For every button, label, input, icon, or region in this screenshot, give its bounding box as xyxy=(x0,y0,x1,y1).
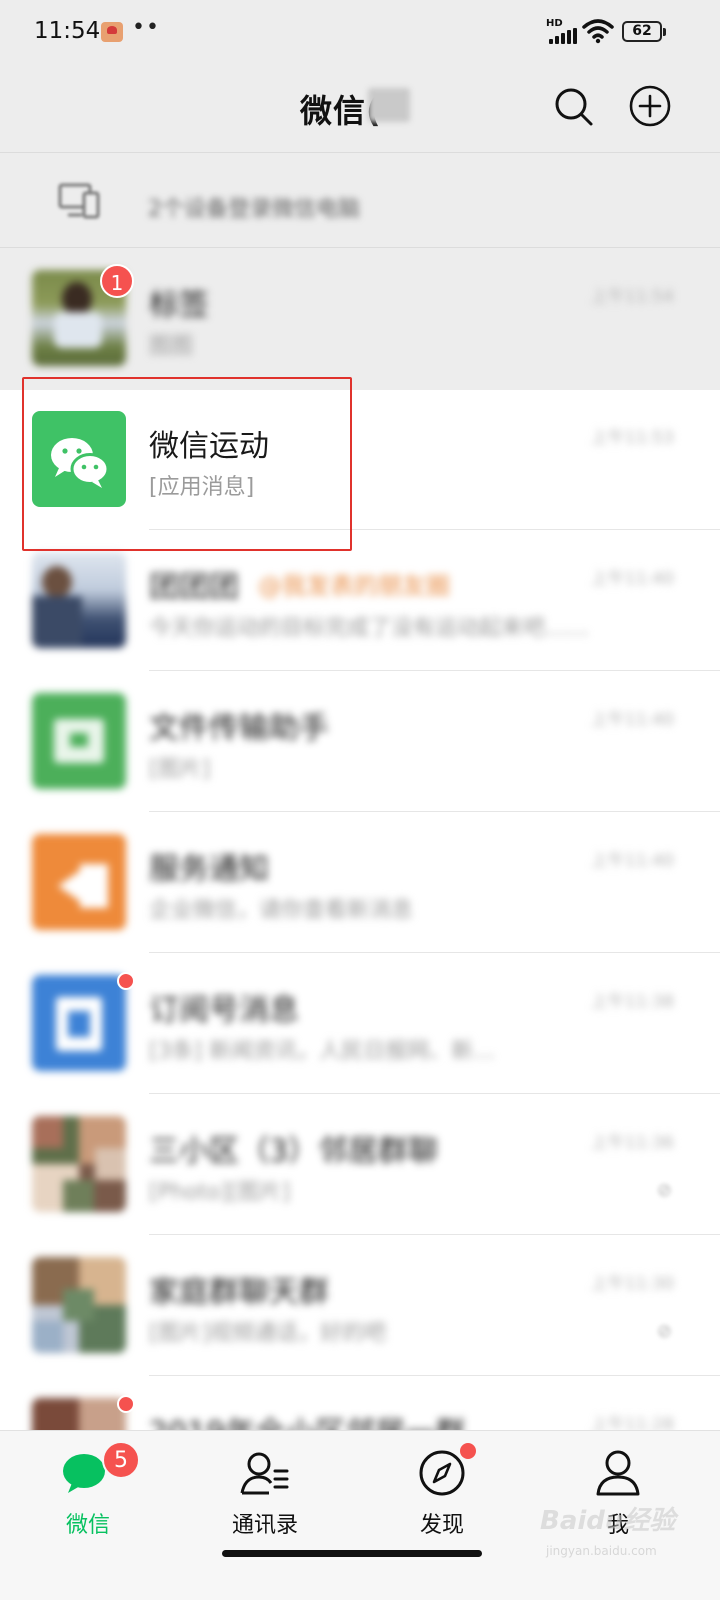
chat-row[interactable]: 三小区（3）邻居群聊 [Photo][图片] 上午11:36 ⊘ xyxy=(0,1094,720,1235)
chat-preview: [图片]视频通话，好的吧 xyxy=(149,1321,387,1346)
chat-name: 文件传输助手 xyxy=(149,711,329,746)
chat-name: 标签 xyxy=(149,288,209,323)
tab-label: 微信 xyxy=(65,1513,110,1538)
chat-name: 家庭群聊天群 xyxy=(149,1275,329,1310)
status-time: 11:54 xyxy=(34,18,101,44)
notification-app-icon xyxy=(101,22,123,42)
group-avatar xyxy=(32,1257,126,1353)
status-bar: 11:54 •• HD 62 xyxy=(0,0,720,66)
computer-icon xyxy=(58,183,100,219)
avatar xyxy=(32,693,126,789)
group-avatar xyxy=(32,1116,126,1212)
avatar xyxy=(32,411,126,507)
search-icon[interactable] xyxy=(551,84,595,128)
chat-row[interactable]: 家庭群聊天群 [图片]视频通话，好的吧 上午11:30 ⊘ xyxy=(0,1235,720,1376)
chat-preview: 今天你运动的目标完成了没有运动起来吧…… xyxy=(149,616,590,641)
signal-icon xyxy=(549,28,577,44)
tab-label: 通讯录 xyxy=(231,1513,298,1538)
compass-icon xyxy=(419,1450,465,1496)
chat-time: 上午11:53 xyxy=(591,428,674,448)
person-icon xyxy=(596,1450,640,1496)
more-notifications-indicator: •• xyxy=(132,15,160,40)
tab-contacts[interactable]: 通讯录 xyxy=(195,1441,335,1551)
unread-badge: 1 xyxy=(100,264,134,298)
avatar xyxy=(32,834,126,930)
chat-name: 服务通知 xyxy=(149,852,269,887)
contacts-icon xyxy=(240,1452,289,1495)
chat-preview: [3条] 新闻资讯，人民日报网、新… xyxy=(149,1039,496,1064)
chat-row[interactable]: 服务通知 企业微信，请你查看新消息 上午11:40 xyxy=(0,812,720,953)
chat-time: 上午11:38 xyxy=(591,992,674,1012)
chat-name: 订阅号消息 xyxy=(149,993,299,1028)
chat-time: 上午11:30 xyxy=(591,1274,674,1294)
watermark-brand: Baidu经验 xyxy=(540,1506,676,1536)
tab-discover[interactable]: 发现 xyxy=(372,1441,512,1551)
battery-indicator: 62 xyxy=(622,21,666,42)
chat-preview: 企业微信，请你查看新消息 xyxy=(149,898,414,923)
device-login-bar[interactable]: 2个设备登录微信电脑 xyxy=(0,152,720,248)
chat-row[interactable]: 团团团 @我发表的朋友圈 今天你运动的目标完成了没有运动起来吧…… 上午11:4… xyxy=(0,530,720,671)
wifi-icon xyxy=(582,19,614,44)
device-login-text: 2个设备登录微信电脑 xyxy=(148,197,360,222)
unread-count-badge: 5 xyxy=(102,1441,140,1479)
chat-name: 团团团 xyxy=(149,570,239,605)
tab-chats[interactable]: 5 微信 xyxy=(18,1441,158,1551)
chat-row[interactable]: 1 标签 图图 上午11:54 xyxy=(0,248,720,389)
new-content-dot xyxy=(460,1443,476,1459)
avatar xyxy=(32,552,126,648)
home-indicator[interactable] xyxy=(222,1550,482,1557)
plus-circle-icon[interactable] xyxy=(628,84,672,128)
title-count-blurred xyxy=(368,88,410,122)
chat-preview: [应用消息] xyxy=(149,475,255,500)
mute-indicator: ⊘ xyxy=(656,1180,672,1201)
unread-dot xyxy=(117,972,135,990)
chat-time: 上午11:40 xyxy=(591,710,674,730)
avatar xyxy=(32,975,126,1071)
chat-name: 微信运动 xyxy=(149,429,269,464)
chat-name: 三小区（3）邻居群聊 xyxy=(149,1134,439,1169)
chat-preview: [图片] xyxy=(149,757,211,782)
watermark: Baidu经验 jingyan.baidu.com xyxy=(540,1500,700,1570)
chat-tag: @我发表的朋友圈 xyxy=(258,572,450,600)
watermark-url: jingyan.baidu.com xyxy=(546,1544,657,1558)
chat-preview: 图图 xyxy=(149,334,194,359)
mute-indicator: ⊘ xyxy=(656,1321,672,1342)
chat-time: 上午11:54 xyxy=(591,287,674,307)
chat-preview: [Photo][图片] xyxy=(149,1180,291,1205)
tab-label: 发现 xyxy=(419,1513,464,1538)
app-header: 微信( xyxy=(0,66,720,152)
wechat-logo-icon xyxy=(51,438,110,488)
chat-row-wechat-sports[interactable]: 微信运动 [应用消息] 上午11:53 xyxy=(0,389,720,530)
chat-time: 上午11:40 xyxy=(591,851,674,871)
unread-dot xyxy=(117,1395,135,1413)
chat-time: 上午11:40 xyxy=(591,569,674,589)
chat-row[interactable]: 文件传输助手 [图片] 上午11:40 xyxy=(0,671,720,812)
chat-row[interactable]: 订阅号消息 [3条] 新闻资讯，人民日报网、新… 上午11:38 xyxy=(0,953,720,1094)
chat-time: 上午11:36 xyxy=(591,1133,674,1153)
